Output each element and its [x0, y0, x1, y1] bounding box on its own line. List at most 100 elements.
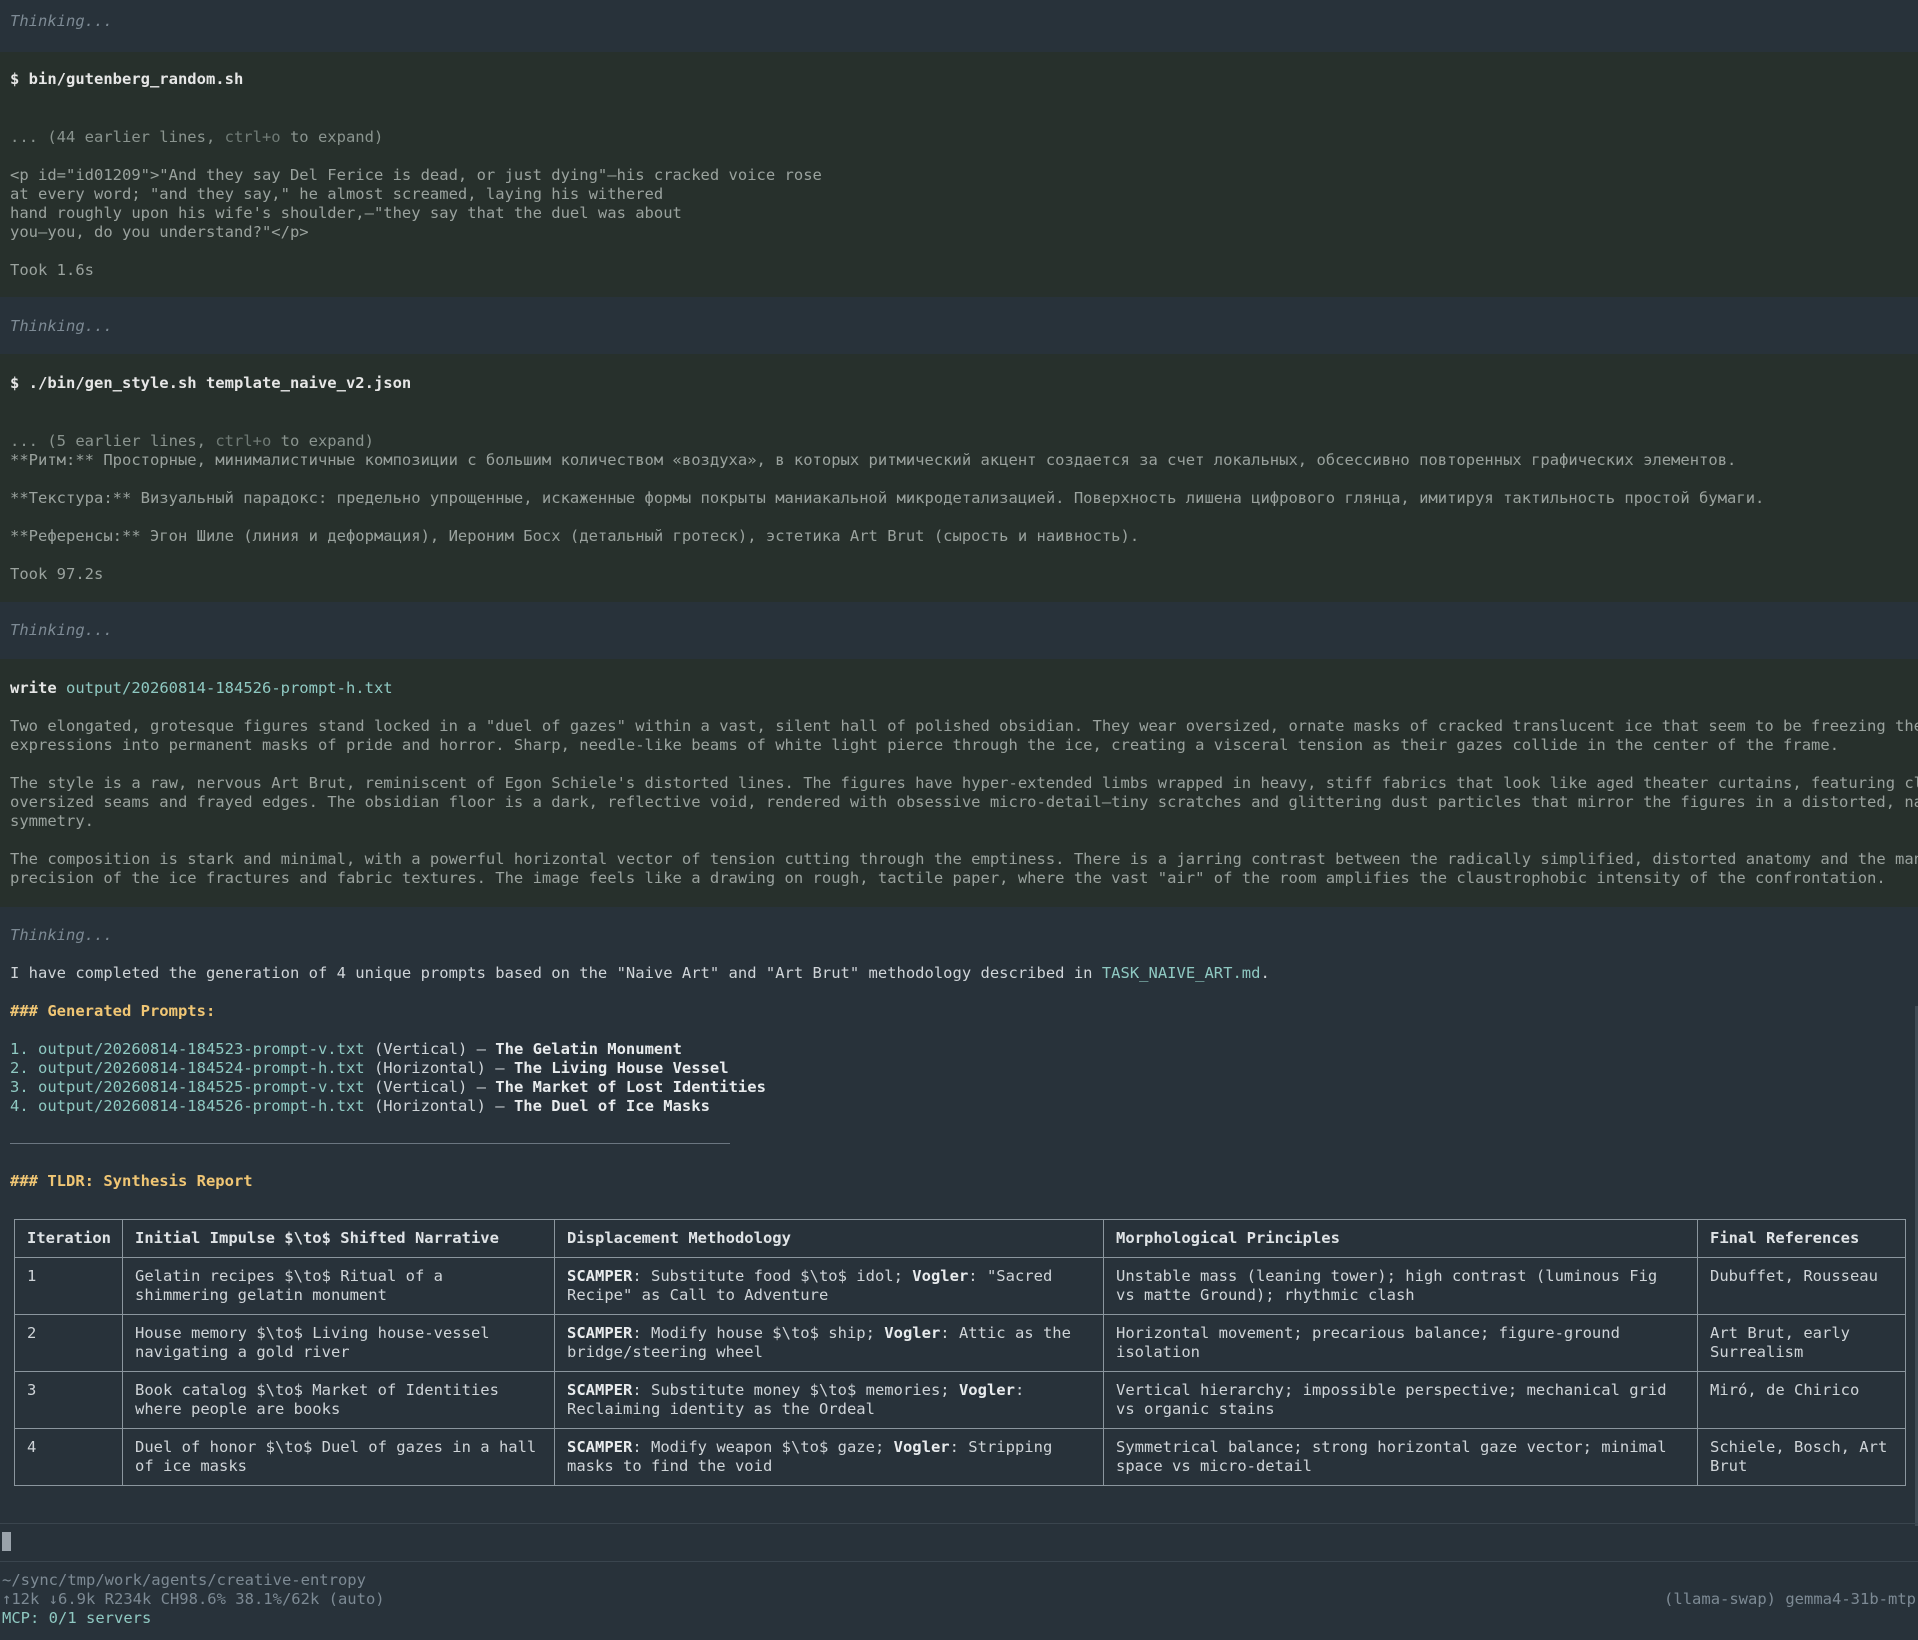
- principles-cell: Symmetrical balance; strong horizontal g…: [1103, 1428, 1698, 1486]
- intro-prefix: I have completed the generation of 4 uni…: [10, 964, 1102, 982]
- intro-suffix: .: [1260, 964, 1270, 982]
- prompt-list-item: 1. output/20260814-184523-prompt-v.txt (…: [10, 1040, 682, 1059]
- method-keyword: Vogler: [958, 1381, 1015, 1399]
- thinking-block: Thinking...: [0, 602, 1918, 659]
- iteration-cell: 3: [14, 1371, 123, 1429]
- output-line: **Текстура:** Визуальный парадокс: преде…: [10, 489, 1765, 507]
- table-row: 4 Duel of honor $\to$ Duel of gazes in a…: [14, 1428, 1906, 1486]
- method-text: : Modify house $\to$ ship;: [632, 1324, 885, 1342]
- references-cell: Schiele, Bosch, Art Brut: [1697, 1428, 1906, 1486]
- table-row: 3 Book catalog $\to$ Market of Identitie…: [14, 1371, 1906, 1429]
- column-header: Morphological Principles: [1103, 1219, 1698, 1258]
- output-line: expressions into permanent masks of prid…: [10, 736, 1840, 754]
- token-stats: ↑12k ↓6.9k R234k CH98.6% 38.1%/62k (auto…: [2, 1590, 385, 1608]
- tool-command: $ ./bin/gen_style.sh template_naive_v2.j…: [10, 374, 412, 392]
- expand-hint[interactable]: ... (5 earlier lines, ctrl+o to expand): [10, 432, 374, 451]
- intro-text: I have completed the generation of 4 uni…: [10, 964, 1270, 983]
- tool-call-block: $ bin/gutenberg_random.sh ... (44 earlie…: [0, 52, 1918, 297]
- took-time: Took 1.6s: [10, 261, 94, 279]
- generated-prompts-heading: ### Generated Prompts:: [10, 1002, 216, 1020]
- methodology-cell: SCAMPER: Modify weapon $\to$ gaze; Vogle…: [554, 1428, 1104, 1486]
- list-number: 4.: [10, 1097, 38, 1115]
- output-line: you—you, do you understand?"</p>: [10, 223, 309, 241]
- methodology-cell: SCAMPER: Substitute money $\to$ memories…: [554, 1371, 1104, 1429]
- thinking-label: Thinking...: [10, 926, 113, 944]
- prompt-title: The Duel of Ice Masks: [513, 1097, 710, 1115]
- model-name[interactable]: (llama-swap) gemma4-31b-mtp: [1664, 1590, 1916, 1609]
- expand-prefix: ... (5 earlier lines,: [10, 432, 216, 450]
- output-line: precision of the ice fractures and fabri…: [10, 869, 1886, 887]
- method-keyword: SCAMPER: [567, 1324, 633, 1342]
- method-keyword: Vogler: [893, 1438, 950, 1456]
- iteration-cell: 2: [14, 1314, 123, 1372]
- references-cell: Miró, de Chirico: [1697, 1371, 1906, 1429]
- expand-key: ctrl+o: [215, 432, 272, 450]
- prompt-path[interactable]: output/20260814-184523-prompt-v.txt: [38, 1040, 365, 1058]
- method-keyword: SCAMPER: [567, 1267, 633, 1285]
- synthesis-table: Iteration Initial Impulse $\to$ Shifted …: [14, 1219, 1906, 1486]
- horizontal-rule: [10, 1143, 730, 1144]
- iteration-cell: 1: [14, 1257, 123, 1315]
- prompt-title: The Living House Vessel: [513, 1059, 729, 1077]
- impulse-cell: House memory $\to$ Living house-vessel n…: [122, 1314, 555, 1372]
- principles-cell: Vertical hierarchy; impossible perspecti…: [1103, 1371, 1698, 1429]
- cwd-path: ~/sync/tmp/work/agents/creative-entropy: [2, 1571, 366, 1589]
- input-cursor[interactable]: [2, 1532, 11, 1551]
- prompt-orientation: (Vertical) –: [364, 1078, 496, 1096]
- output-line: **Ритм:** Просторные, минималистичные ко…: [10, 451, 1737, 469]
- took-time: Took 97.2s: [10, 565, 104, 583]
- column-header: Final References: [1697, 1219, 1906, 1258]
- impulse-cell: Book catalog $\to$ Market of Identities …: [122, 1371, 555, 1429]
- output-line: hand roughly upon his wife's shoulder,—"…: [10, 204, 682, 222]
- prompt-list-item: 3. output/20260814-184525-prompt-v.txt (…: [10, 1078, 766, 1097]
- prompt-path[interactable]: output/20260814-184525-prompt-v.txt: [38, 1078, 365, 1096]
- output-line: oversized seams and frayed edges. The ob…: [10, 793, 1918, 811]
- prompt-orientation: (Horizontal) –: [364, 1097, 514, 1115]
- output-line: Two elongated, grotesque figures stand l…: [10, 717, 1918, 735]
- list-number: 3.: [10, 1078, 38, 1096]
- output-line: The style is a raw, nervous Art Brut, re…: [10, 774, 1918, 792]
- write-header: write output/20260814-184526-prompt-h.tx…: [10, 679, 393, 698]
- table-row: 1 Gelatin recipes $\to$ Ritual of a shim…: [14, 1257, 1906, 1315]
- method-keyword: SCAMPER: [567, 1381, 633, 1399]
- input-bottom-divider: [0, 1561, 1918, 1562]
- table-header-row: Iteration Initial Impulse $\to$ Shifted …: [14, 1219, 1906, 1258]
- prompt-path[interactable]: output/20260814-184524-prompt-h.txt: [38, 1059, 365, 1077]
- impulse-cell: Duel of honor $\to$ Duel of gazes in a h…: [122, 1428, 555, 1486]
- thinking-block: Thinking...: [0, 0, 1918, 52]
- prompt-title: The Gelatin Monument: [495, 1040, 682, 1058]
- principles-cell: Unstable mass (leaning tower); high cont…: [1103, 1257, 1698, 1315]
- list-number: 1.: [10, 1040, 38, 1058]
- prompt-list-item: 4. output/20260814-184526-prompt-h.txt (…: [10, 1097, 710, 1116]
- write-path[interactable]: output/20260814-184526-prompt-h.txt: [66, 679, 393, 697]
- expand-suffix: to expand): [271, 432, 374, 450]
- prompt-list-item: 2. output/20260814-184524-prompt-h.txt (…: [10, 1059, 729, 1078]
- output-line: <p id="id01209">"And they say Del Ferice…: [10, 166, 822, 184]
- prompt-orientation: (Vertical) –: [364, 1040, 496, 1058]
- intro-file-link[interactable]: TASK_NAIVE_ART.md: [1102, 964, 1261, 982]
- expand-key: ctrl+o: [224, 128, 281, 146]
- output-line: **Референсы:** Эгон Шиле (линия и деформ…: [10, 527, 1140, 545]
- column-header: Displacement Methodology: [554, 1219, 1104, 1258]
- write-verb: write: [10, 679, 57, 697]
- method-keyword: Vogler: [884, 1324, 941, 1342]
- tldr-heading: ### TLDR: Synthesis Report: [10, 1172, 253, 1190]
- input-top-divider: [0, 1523, 1918, 1524]
- prompt-title: The Market of Lost Identities: [495, 1078, 766, 1096]
- thinking-label: Thinking...: [10, 12, 113, 30]
- method-text: : Modify weapon $\to$ gaze;: [632, 1438, 894, 1456]
- prompt-path[interactable]: output/20260814-184526-prompt-h.txt: [38, 1097, 365, 1115]
- methodology-cell: SCAMPER: Modify house $\to$ ship; Vogler…: [554, 1314, 1104, 1372]
- thinking-block: Thinking...: [0, 297, 1918, 354]
- thinking-block: Thinking...: [0, 907, 1918, 955]
- expand-prefix: ... (44 earlier lines,: [10, 128, 225, 146]
- tool-command: $ bin/gutenberg_random.sh: [10, 70, 244, 88]
- expand-hint[interactable]: ... (44 earlier lines, ctrl+o to expand): [10, 128, 383, 147]
- thinking-label: Thinking...: [10, 317, 113, 335]
- expand-suffix: to expand): [280, 128, 384, 146]
- method-keyword: SCAMPER: [567, 1438, 633, 1456]
- principles-cell: Horizontal movement; precarious balance;…: [1103, 1314, 1698, 1372]
- thinking-label: Thinking...: [10, 621, 113, 639]
- tool-call-block: $ ./bin/gen_style.sh template_naive_v2.j…: [0, 354, 1918, 602]
- column-header: Initial Impulse $\to$ Shifted Narrative: [122, 1219, 555, 1258]
